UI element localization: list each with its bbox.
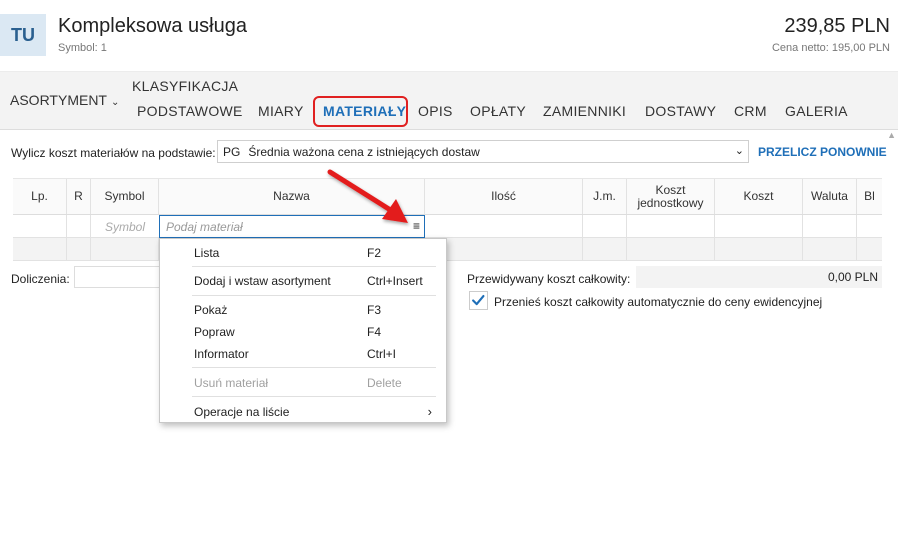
- menu-item-label: Pokaż: [194, 303, 228, 317]
- menu-item-informator[interactable]: Informator Ctrl+I: [160, 344, 446, 364]
- menu-item-label: Informator: [194, 347, 249, 361]
- calc-basis-label: Wylicz koszt materiałów na podstawie:: [11, 146, 216, 160]
- material-name-placeholder: Podaj materiał: [166, 220, 243, 234]
- grid-header: Lp. R Symbol Nazwa Ilość J.m. Koszt jedn…: [13, 178, 882, 215]
- col-jm[interactable]: J.m.: [583, 179, 627, 214]
- menu-item-lista[interactable]: Lista F2: [160, 243, 446, 263]
- material-name-input[interactable]: Podaj materiał ≡: [159, 215, 425, 238]
- menu-item-pokaz[interactable]: Pokaż F3: [160, 300, 446, 320]
- tab-klasyfikacja[interactable]: KLASYFIKACJA: [132, 78, 238, 94]
- menu-separator: [192, 295, 436, 296]
- predicted-cost-label: Przewidywany koszt całkowity:: [467, 272, 631, 286]
- cell: [425, 238, 583, 260]
- doliczenia-field[interactable]: [74, 266, 164, 288]
- menu-item-label: Lista: [194, 246, 220, 260]
- col-ilosc[interactable]: Ilość: [425, 179, 583, 214]
- table-row[interactable]: Symbol Podaj materiał ≡: [13, 215, 882, 238]
- cell: [715, 215, 803, 237]
- cell: [583, 238, 627, 260]
- menu-item-label: Dodaj i wstaw asortyment: [194, 274, 331, 288]
- tab-bar: ASORTYMENT ⌄ KLASYFIKACJA PODSTAWOWE MIAR…: [0, 72, 898, 165]
- transfer-cost-checkbox[interactable]: [469, 291, 488, 310]
- tab-podstawowe[interactable]: PODSTAWOWE: [137, 103, 243, 119]
- context-menu: Lista F2 Dodaj i wstaw asortyment Ctrl+I…: [159, 238, 447, 423]
- tab-materialy[interactable]: MATERIAŁY: [323, 103, 406, 119]
- tab-galeria[interactable]: GALERIA: [785, 103, 848, 119]
- cell: [627, 215, 715, 237]
- col-r[interactable]: R: [67, 179, 91, 214]
- menu-item-label: Usuń materiał: [194, 376, 269, 390]
- symbol-label: Symbol: 1: [58, 42, 107, 54]
- col-nazwa[interactable]: Nazwa: [159, 179, 425, 214]
- tab-dostawy[interactable]: DOSTAWY: [645, 103, 716, 119]
- tab-miary[interactable]: MIARY: [258, 103, 304, 119]
- checkmark-icon: [472, 294, 485, 306]
- tab-oplaty[interactable]: OPŁATY: [470, 103, 526, 119]
- calc-basis-select[interactable]: PG Średnia ważona cena z istniejących dos…: [217, 140, 749, 163]
- cell: [67, 215, 91, 237]
- calc-basis-code: PG: [223, 145, 241, 159]
- menu-item-usun: Usuń materiał Delete: [160, 373, 446, 393]
- cell: [13, 215, 67, 237]
- chevron-down-icon: ⌄: [110, 97, 120, 108]
- cell: [803, 238, 857, 260]
- cell: [627, 238, 715, 260]
- cell: [583, 215, 627, 237]
- transfer-cost-label: Przenieś koszt całkowity automatycznie d…: [494, 295, 823, 309]
- menu-icon[interactable]: ≡: [413, 219, 420, 233]
- scroll-up-icon[interactable]: ▲: [887, 130, 896, 140]
- tab-asortyment-label: ASORTYMENT: [10, 92, 107, 108]
- page-title: Kompleksowa usługa: [58, 15, 247, 37]
- gross-price: 239,85 PLN: [784, 15, 890, 37]
- table-row: [13, 238, 882, 261]
- chevron-down-icon: ⌄: [734, 145, 744, 157]
- menu-separator: [192, 367, 436, 368]
- net-price: Cena netto: 195,00 PLN: [771, 42, 890, 54]
- predicted-cost-value: 0,00 PLN: [636, 266, 882, 288]
- calc-basis-value: Średnia ważona cena z istniejących dosta…: [248, 145, 480, 159]
- tab-opis[interactable]: OPIS: [418, 103, 453, 119]
- col-koszt-jedn[interactable]: Koszt jednostkowy: [627, 179, 715, 214]
- menu-item-shortcut: Ctrl+Insert: [367, 274, 423, 288]
- menu-item-shortcut: F2: [367, 246, 382, 260]
- col-waluta[interactable]: Waluta: [803, 179, 857, 214]
- tab-asortyment[interactable]: ASORTYMENT ⌄: [10, 92, 119, 108]
- cell: [425, 215, 583, 237]
- menu-item-label: Operacje na liście: [194, 405, 290, 419]
- symbol-input[interactable]: Symbol: [91, 215, 159, 238]
- menu-separator: [192, 396, 436, 397]
- menu-item-shortcut: F3: [367, 303, 382, 317]
- cell: [13, 238, 67, 260]
- menu-item-label: Popraw: [194, 325, 235, 339]
- col-koszt[interactable]: Koszt: [715, 179, 803, 214]
- doliczenia-label: Doliczenia:: [11, 272, 70, 286]
- avatar: TU: [0, 14, 46, 56]
- menu-item-operacje[interactable]: Operacje na liście ›: [160, 402, 446, 422]
- col-symbol[interactable]: Symbol: [91, 179, 159, 214]
- menu-item-shortcut: F4: [367, 325, 382, 339]
- chevron-right-icon: ›: [427, 404, 432, 419]
- tab-crm[interactable]: CRM: [734, 103, 767, 119]
- recalculate-button[interactable]: PRZELICZ PONOWNIE: [758, 145, 887, 159]
- menu-item-dodaj[interactable]: Dodaj i wstaw asortyment Ctrl+Insert: [160, 271, 446, 291]
- tab-zamienniki[interactable]: ZAMIENNIKI: [543, 103, 626, 119]
- cell: [91, 238, 159, 260]
- menu-item-popraw[interactable]: Popraw F4: [160, 322, 446, 342]
- menu-item-shortcut: Delete: [367, 376, 402, 390]
- cell: [803, 215, 857, 237]
- col-lp[interactable]: Lp.: [13, 179, 67, 214]
- cell: [715, 238, 803, 260]
- cell: [67, 238, 91, 260]
- col-bl[interactable]: Bl: [857, 179, 882, 214]
- record-header: TU Kompleksowa usługa Symbol: 1 239,85 P…: [0, 0, 898, 72]
- menu-item-shortcut: Ctrl+I: [367, 347, 397, 361]
- menu-separator: [192, 266, 436, 267]
- materials-panel: ▲ Wylicz koszt materiałów na podstawie: …: [0, 130, 898, 553]
